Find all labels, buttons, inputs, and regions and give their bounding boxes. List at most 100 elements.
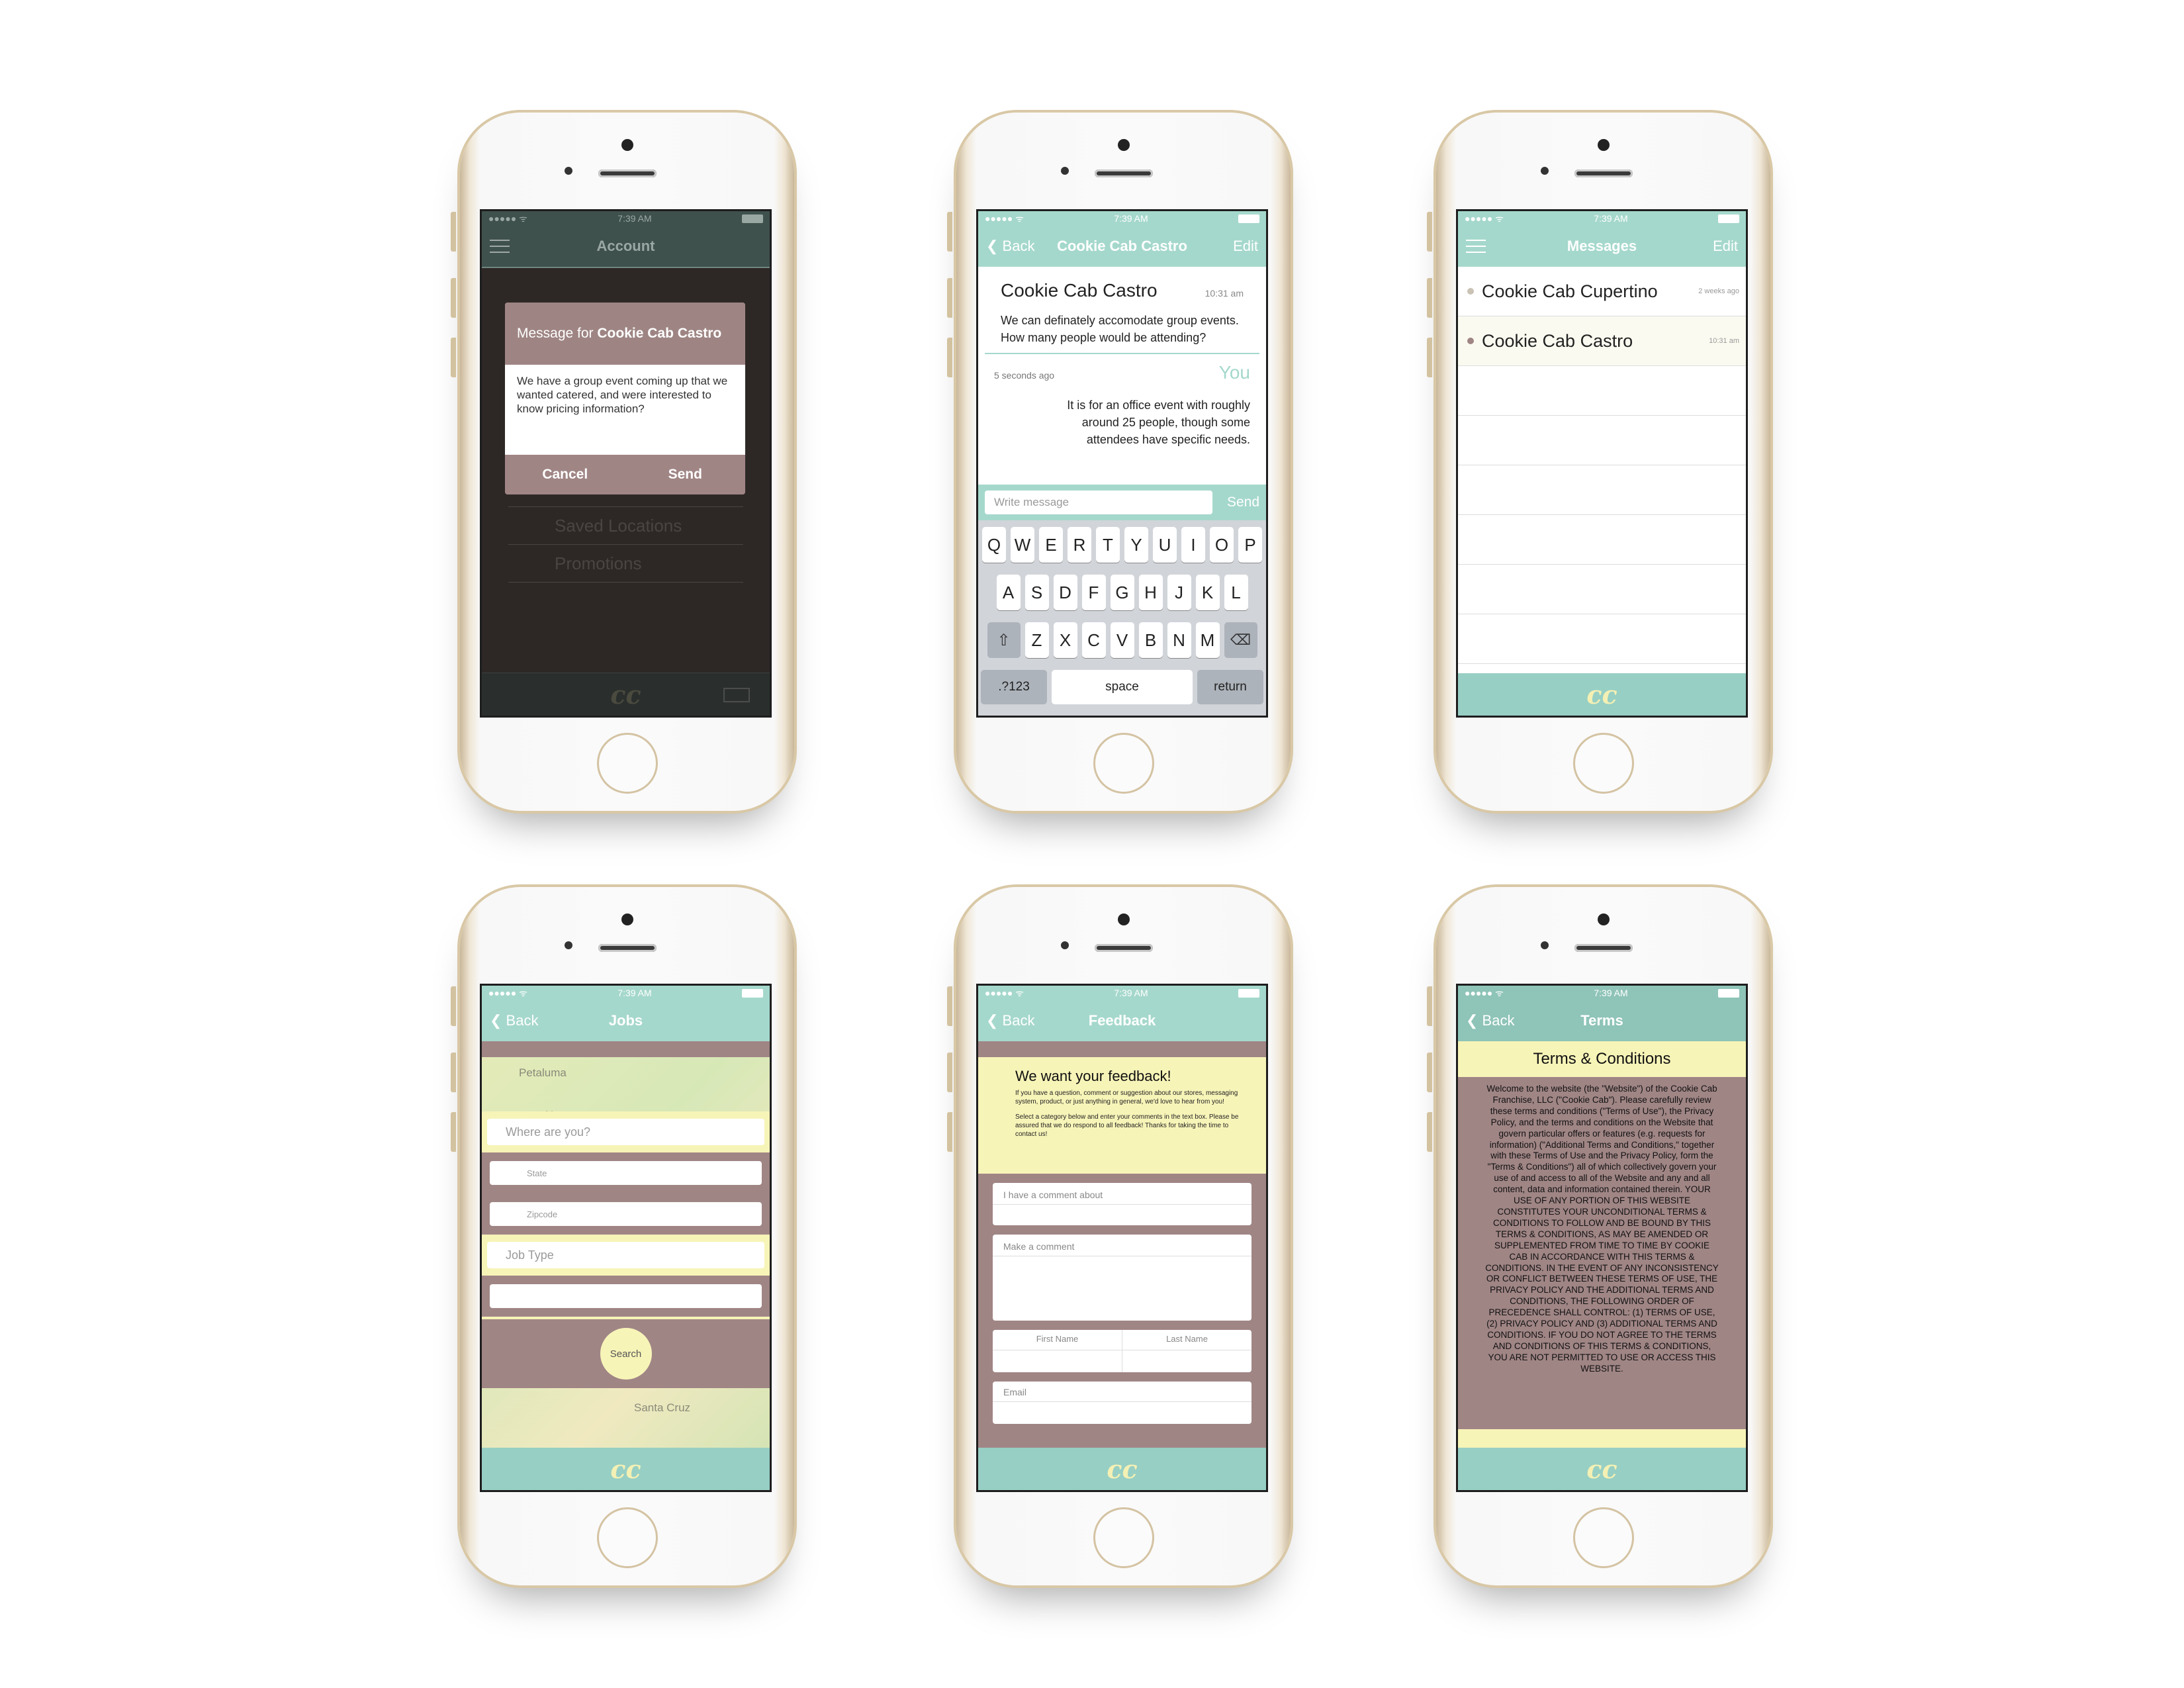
key-s[interactable]: S — [1024, 575, 1049, 610]
dialog-title-prefix: Message for — [517, 326, 598, 341]
location-input[interactable]: Where are you? — [487, 1119, 764, 1145]
hamburger-icon[interactable] — [1466, 240, 1486, 253]
carrier-signal: ●●●●● ᯤ — [985, 212, 1024, 224]
map-band-top — [482, 1041, 770, 1057]
sensor — [1541, 167, 1549, 175]
key-f[interactable]: F — [1081, 575, 1106, 610]
key-p[interactable]: P — [1238, 527, 1262, 563]
key-d[interactable]: D — [1053, 575, 1077, 610]
conversation-row[interactable]: Cookie Cab Castro 10:31 am — [1458, 316, 1746, 366]
back-button[interactable]: ❮ Back — [986, 1012, 1034, 1029]
comment-textarea[interactable]: Make a comment — [993, 1235, 1251, 1321]
back-label: Back — [506, 1012, 539, 1029]
home-button[interactable] — [1093, 733, 1154, 794]
keyboard: QWERTYUIOP ASDFGHJKL ⇧ ZXCVBNM ⌫ .?123 s… — [978, 520, 1266, 716]
key-w[interactable]: W — [1011, 527, 1034, 563]
carrier-signal: ●●●●● ᯤ — [1465, 987, 1504, 998]
home-button[interactable] — [1093, 1507, 1154, 1568]
extra-input[interactable] — [490, 1284, 762, 1308]
key-u[interactable]: U — [1153, 527, 1177, 563]
conversation-row[interactable]: Cookie Cab Cupertino 2 weeks ago — [1458, 267, 1746, 316]
key-m[interactable]: M — [1195, 622, 1220, 658]
key-t[interactable]: T — [1096, 527, 1120, 563]
key-c[interactable]: C — [1081, 622, 1106, 658]
key-q[interactable]: Q — [982, 527, 1006, 563]
first-name-field[interactable]: First Name — [993, 1330, 1122, 1372]
key-v[interactable]: V — [1110, 622, 1134, 658]
nav-title: Account — [596, 238, 655, 254]
edit-button[interactable]: Edit — [1233, 238, 1258, 255]
shift-key[interactable]: ⇧ — [987, 622, 1021, 658]
numbers-key[interactable]: .?123 — [981, 670, 1047, 704]
logo: cc — [610, 679, 641, 710]
key-n[interactable]: N — [1167, 622, 1191, 658]
search-button[interactable]: Search — [600, 1328, 652, 1380]
key-b[interactable]: B — [1138, 622, 1163, 658]
cancel-button[interactable]: Cancel — [505, 467, 625, 483]
key-a[interactable]: A — [996, 575, 1021, 610]
key-l[interactable]: L — [1224, 575, 1248, 610]
account-footer: cc — [482, 673, 770, 716]
search-band: Search — [482, 1317, 770, 1388]
category-label: I have a comment about — [1003, 1190, 1103, 1200]
back-button[interactable]: ❮ Back — [1466, 1012, 1514, 1029]
logo[interactable]: cc — [610, 1454, 641, 1484]
envelope-icon[interactable] — [723, 688, 750, 702]
status-time: 7:39 AM — [1594, 213, 1628, 224]
back-label: Back — [1482, 1012, 1515, 1029]
key-y[interactable]: Y — [1124, 527, 1148, 563]
last-name-field[interactable]: Last Name — [1122, 1330, 1251, 1372]
message-input[interactable]: Write message — [985, 491, 1212, 514]
dialog-actions: Cancel Send — [505, 455, 745, 494]
key-k[interactable]: K — [1195, 575, 1220, 610]
edit-button[interactable]: Edit — [1713, 238, 1738, 255]
job-type-input[interactable]: Job Type — [487, 1242, 764, 1268]
dialog-message-body[interactable]: We have a group event coming up that we … — [505, 365, 745, 455]
return-key[interactable]: return — [1197, 670, 1263, 704]
key-r[interactable]: R — [1068, 527, 1091, 563]
home-button[interactable] — [596, 1507, 658, 1568]
category-select[interactable]: I have a comment about — [993, 1183, 1251, 1225]
battery-icon — [1717, 214, 1739, 223]
home-button[interactable] — [596, 733, 658, 794]
sensor — [1061, 941, 1069, 949]
messages-navbar: Messages Edit — [1458, 226, 1746, 267]
home-button[interactable] — [1572, 1507, 1634, 1568]
status-bar: ●●●●● ᯤ 7:39 AM — [482, 211, 770, 226]
front-camera — [621, 139, 633, 151]
where-row: Where are you? — [482, 1111, 770, 1152]
menu-item-promotions[interactable]: Promotions — [508, 545, 743, 583]
home-button[interactable] — [1572, 733, 1634, 794]
key-o[interactable]: O — [1210, 527, 1234, 563]
conversation-list: Cookie Cab Cupertino 2 weeks ago Cookie … — [1458, 267, 1746, 671]
sensor — [1541, 941, 1549, 949]
key-z[interactable]: Z — [1024, 622, 1049, 658]
state-input[interactable]: State — [490, 1161, 762, 1185]
email-field[interactable]: Email — [993, 1382, 1251, 1424]
key-j[interactable]: J — [1167, 575, 1191, 610]
key-e[interactable]: E — [1039, 527, 1063, 563]
you-time: 5 seconds ago — [994, 370, 1055, 381]
delete-key[interactable]: ⌫ — [1224, 622, 1257, 658]
logo[interactable]: cc — [1586, 1454, 1617, 1484]
zipcode-input[interactable]: Zipcode — [490, 1202, 762, 1226]
messages-screen: ●●●●● ᯤ 7:39 AM Messages Edit Cookie Cab… — [1456, 209, 1748, 718]
space-key[interactable]: space — [1052, 670, 1193, 704]
send-button[interactable]: Send — [625, 467, 746, 483]
carrier-signal: ●●●●● ᯤ — [1465, 212, 1504, 224]
hamburger-icon[interactable] — [490, 240, 510, 253]
menu-item-saved-locations[interactable]: Saved Locations — [508, 507, 743, 545]
key-h[interactable]: H — [1138, 575, 1163, 610]
key-g[interactable]: G — [1110, 575, 1134, 610]
incoming-message: Cookie Cab Castro 10:31 am We can defina… — [985, 267, 1259, 354]
conversation-time: 10:31 am — [1709, 337, 1739, 345]
logo[interactable]: cc — [1107, 1454, 1137, 1484]
back-button[interactable]: ❮ Back — [490, 1012, 538, 1029]
empty-rows — [1458, 366, 1746, 671]
back-button[interactable]: ❮ Back — [986, 238, 1034, 255]
logo[interactable]: cc — [1586, 680, 1617, 710]
jobtype-row: Job Type — [482, 1235, 770, 1276]
key-x[interactable]: X — [1053, 622, 1077, 658]
send-button[interactable]: Send — [1227, 494, 1259, 510]
key-i[interactable]: I — [1181, 527, 1205, 563]
